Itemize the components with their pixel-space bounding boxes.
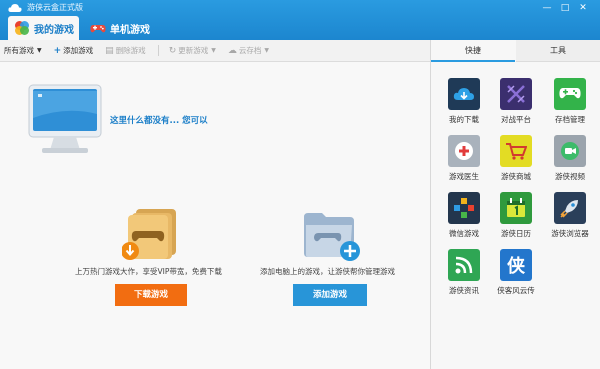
- tile-label: 游侠日历: [501, 229, 531, 238]
- gamepad-icon: [554, 78, 586, 110]
- all-games-dropdown[interactable]: 所有游戏 ▼: [4, 45, 42, 56]
- calendar-icon: [500, 192, 532, 224]
- right-panel: 快捷 工具 我的下载 对战平台 存档管理 游戏医生 游侠商城 游侠视频 微信游戏…: [431, 40, 600, 369]
- cloud-save-label: 云存档: [238, 46, 262, 55]
- title-bar: 游侠云盒正式版 — □ ✕ 我的游戏 单机游戏: [0, 0, 600, 40]
- tab-single-games[interactable]: 单机游戏: [84, 16, 184, 40]
- tab-label: 单机游戏: [110, 24, 150, 36]
- trash-icon: ▤: [105, 45, 114, 56]
- monitor-icon: [28, 84, 102, 153]
- window-title: 游侠云盒正式版: [27, 3, 83, 12]
- tile-save-manager[interactable]: 存档管理: [542, 78, 598, 134]
- tile-wechat-games[interactable]: 微信游戏: [436, 192, 492, 248]
- rocket-icon: [554, 192, 586, 224]
- medical-cross-icon: [448, 135, 480, 167]
- tile-youxia-calendar[interactable]: 游侠日历: [488, 192, 544, 248]
- refresh-icon: ↻: [168, 45, 177, 56]
- tile-label: 游戏医生: [449, 172, 479, 181]
- download-games-button[interactable]: 下载游戏: [115, 284, 187, 306]
- video-chat-icon: [554, 135, 586, 167]
- tile-label: 侠客风云传: [497, 286, 535, 295]
- game-folder-download-icon: [122, 209, 176, 260]
- add-game-label: 添加游戏: [63, 46, 94, 55]
- rss-icon: [448, 249, 480, 281]
- gamepad-icon: [90, 25, 106, 33]
- toolbar-divider: [157, 45, 159, 56]
- delete-game-button[interactable]: ▤ 删除游戏: [105, 45, 146, 56]
- tile-label: 游侠商城: [501, 172, 531, 181]
- all-games-label: 所有游戏: [4, 46, 34, 55]
- tile-label: 存档管理: [555, 115, 585, 124]
- tab-quick[interactable]: 快捷: [431, 40, 515, 62]
- add-games-button[interactable]: 添加游戏: [293, 284, 367, 306]
- xia-character-icon: 侠: [500, 249, 532, 281]
- crossed-swords-icon: [500, 78, 532, 110]
- plus-icon: +: [53, 45, 62, 56]
- minimize-button[interactable]: —: [540, 2, 554, 14]
- tile-label: 游侠视频: [555, 172, 585, 181]
- cloud-icon: ☁: [227, 45, 237, 56]
- close-button[interactable]: ✕: [576, 2, 590, 14]
- tile-youxia-mall[interactable]: 游侠商城: [488, 135, 544, 191]
- colorful-diamond-icon: [448, 192, 480, 224]
- tile-label: 微信游戏: [449, 229, 479, 238]
- toolbar: 所有游戏 ▼ + 添加游戏 ▤ 删除游戏 ↻ 更新游戏 ▼ ☁ 云存档 ▼: [0, 40, 430, 62]
- update-game-dropdown[interactable]: ↻ 更新游戏 ▼: [169, 45, 216, 56]
- cloud-save-dropdown[interactable]: ☁ 云存档 ▼: [228, 45, 269, 56]
- caret-down-icon: ▼: [211, 47, 216, 54]
- tile-youxia-news[interactable]: 游侠资讯: [436, 249, 492, 305]
- cloud-logo-icon: [8, 4, 22, 12]
- tile-my-downloads[interactable]: 我的下载: [436, 78, 492, 134]
- game-folder-add-icon: [304, 213, 360, 261]
- add-game-button[interactable]: + 添加游戏: [54, 45, 94, 56]
- tile-game-doctor[interactable]: 游戏医生: [436, 135, 492, 191]
- update-game-label: 更新游戏: [178, 46, 209, 55]
- tile-xiake-fengyun[interactable]: 侠 侠客风云传: [488, 249, 544, 305]
- empty-state-message: 这里什么都没有... 您可以: [110, 116, 208, 126]
- tile-label: 我的下载: [449, 115, 479, 124]
- delete-game-label: 删除游戏: [115, 46, 146, 55]
- tile-label: 游侠资讯: [449, 286, 479, 295]
- caret-down-icon: ▼: [264, 47, 269, 54]
- add-promo-description: 添加电脑上的游戏，让游侠帮你管理游戏: [260, 267, 395, 276]
- tile-battle-platform[interactable]: 对战平台: [488, 78, 544, 134]
- tile-youxia-browser[interactable]: 游侠浏览器: [542, 192, 598, 248]
- tab-my-games[interactable]: 我的游戏: [8, 16, 79, 40]
- tile-label: 对战平台: [501, 115, 531, 124]
- tab-tools[interactable]: 工具: [516, 40, 600, 62]
- shopping-cart-icon: [500, 135, 532, 167]
- tile-youxia-video[interactable]: 游侠视频: [542, 135, 598, 191]
- tile-label: 游侠浏览器: [551, 229, 589, 238]
- maximize-button[interactable]: □: [558, 2, 572, 14]
- caret-down-icon: ▼: [37, 47, 42, 54]
- download-promo-description: 上万热门游戏大作，享受VIP带宽，免费下载: [75, 267, 222, 276]
- tab-label: 我的游戏: [34, 24, 74, 36]
- game-list-area: 这里什么都没有... 您可以 上万热门游戏大作，享受VIP带宽，免费下载 下载游…: [0, 62, 430, 369]
- game-colorful-icon: [15, 21, 29, 35]
- cloud-download-icon: [448, 78, 480, 110]
